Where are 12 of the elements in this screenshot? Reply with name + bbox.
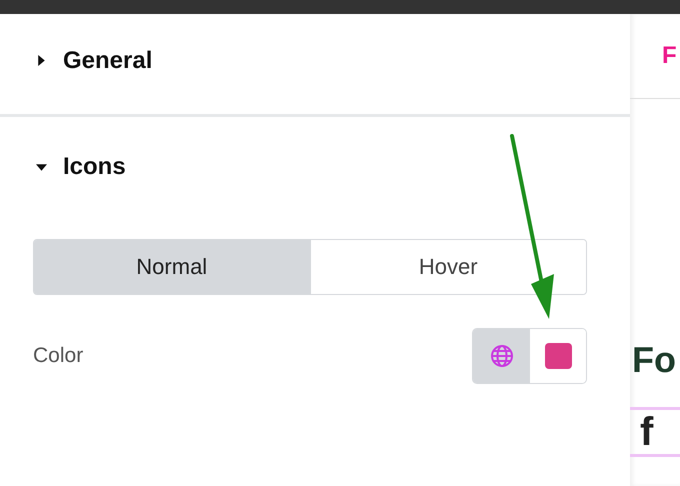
globe-icon (490, 344, 514, 368)
section-header[interactable]: Icons (0, 117, 630, 217)
global-color-button[interactable] (473, 329, 530, 383)
state-tab[interactable]: Normal (34, 240, 310, 294)
state-tab[interactable]: Hover (310, 240, 586, 294)
caret-icon (36, 55, 47, 66)
section-header[interactable]: General (0, 14, 630, 107)
preview-heading: Fo (632, 339, 677, 381)
color-label: Color (33, 344, 84, 368)
facebook-icon[interactable]: f (640, 412, 654, 452)
logo-letter: F (662, 42, 677, 70)
caret-icon (36, 162, 47, 172)
